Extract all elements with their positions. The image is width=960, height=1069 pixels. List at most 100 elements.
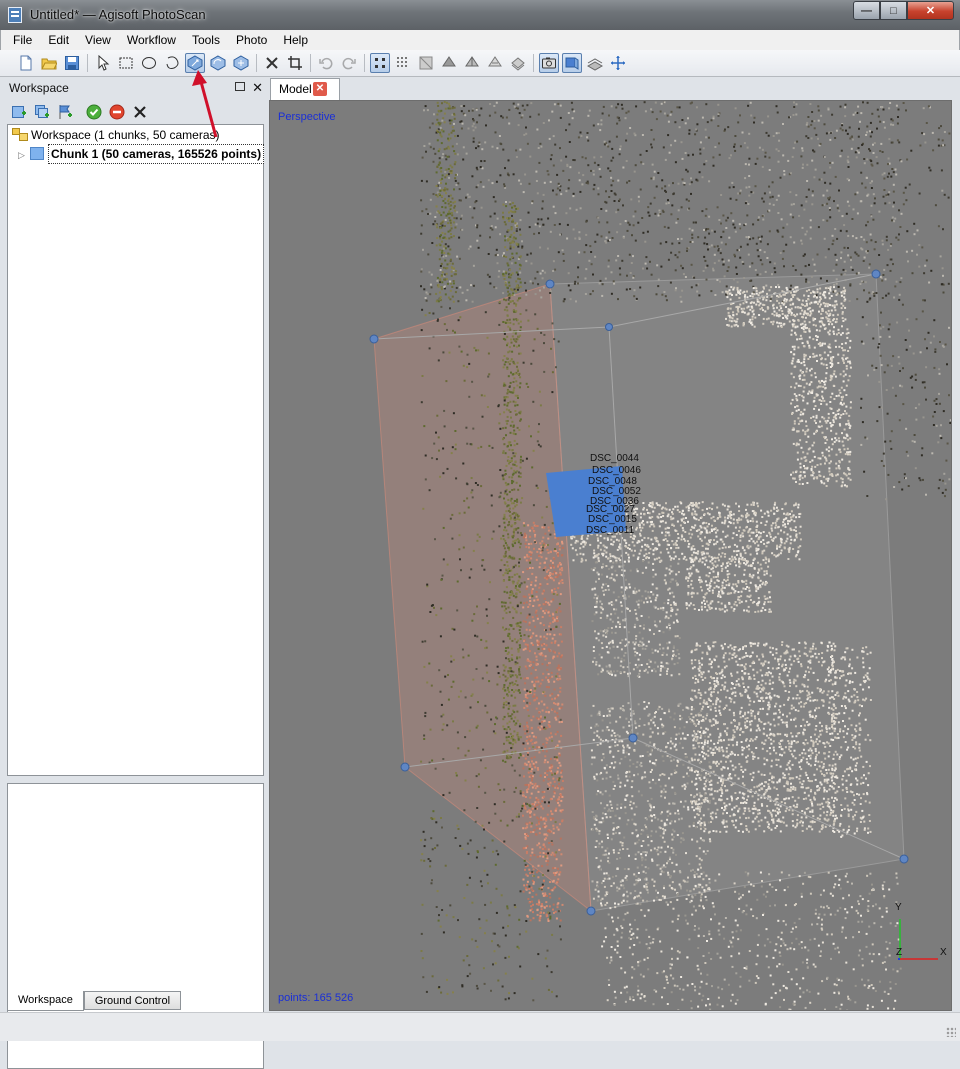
- toolbar-separator: [256, 54, 257, 72]
- menu-help[interactable]: Help: [277, 33, 314, 47]
- new-button[interactable]: [16, 53, 36, 73]
- move-region-icon: [233, 55, 249, 71]
- textured-model-button[interactable]: [485, 53, 505, 73]
- menu-photo[interactable]: Photo: [230, 33, 273, 47]
- toolbar-separator: [310, 54, 311, 72]
- crop-selection-icon: [287, 55, 303, 71]
- menu-tools[interactable]: Tools: [186, 33, 226, 47]
- dock-tabs: Workspace Ground Control: [7, 991, 181, 1011]
- resize-region-button[interactable]: [185, 53, 205, 73]
- region-handle[interactable]: [629, 734, 637, 742]
- tree-workspace-root[interactable]: Workspace (1 chunks, 50 cameras): [12, 126, 220, 144]
- status-bar: [0, 1012, 960, 1041]
- tab-workspace[interactable]: Workspace: [7, 991, 84, 1011]
- minimize-button[interactable]: —: [853, 1, 880, 20]
- wireframe-model-button[interactable]: [462, 53, 482, 73]
- main-toolbar: [0, 50, 960, 77]
- tiled-model-icon: [510, 55, 526, 71]
- workspace-root-label: Workspace (1 chunks, 50 cameras): [31, 128, 220, 142]
- show-grid-button[interactable]: [585, 53, 605, 73]
- menu-view[interactable]: View: [79, 33, 117, 47]
- model-viewport[interactable]: DSC_0044 DSC_0046 DSC_0048 DSC_0052 DSC_…: [269, 100, 952, 1011]
- circle-selection-button[interactable]: [139, 53, 159, 73]
- show-grid-icon: [587, 55, 603, 71]
- free-form-selection-button[interactable]: [162, 53, 182, 73]
- projection-label: Perspective: [278, 111, 335, 123]
- tab-ground-control[interactable]: Ground Control: [84, 991, 181, 1010]
- redo-icon: [341, 55, 357, 71]
- show-region-button[interactable]: [562, 53, 582, 73]
- resize-grip-icon[interactable]: [946, 1027, 956, 1037]
- rectangle-selection-button[interactable]: [116, 53, 136, 73]
- close-button[interactable]: ✕: [907, 1, 954, 20]
- resize-region-icon: [187, 55, 203, 71]
- tab-model[interactable]: Model ✕: [270, 78, 340, 100]
- region-handle[interactable]: [872, 270, 880, 278]
- axis-z-label: Z: [896, 947, 902, 958]
- region-handle[interactable]: [606, 324, 613, 331]
- navigation-button[interactable]: [93, 53, 113, 73]
- disable-button[interactable]: [107, 102, 127, 122]
- menu-file[interactable]: File: [7, 33, 38, 47]
- tab-close-icon[interactable]: ✕: [313, 82, 327, 96]
- undock-icon[interactable]: [235, 82, 245, 91]
- add-chunk-button[interactable]: [9, 102, 29, 122]
- move-region-button[interactable]: [231, 53, 251, 73]
- solid-model-icon: [441, 55, 457, 71]
- show-cameras-icon: [541, 55, 557, 71]
- menu-bar: File Edit View Workflow Tools Photo Help: [0, 30, 960, 50]
- redo-button[interactable]: [339, 53, 359, 73]
- expand-arrow-icon[interactable]: ▷: [18, 146, 28, 164]
- point-cloud-button[interactable]: [370, 53, 390, 73]
- region-handle[interactable]: [587, 907, 595, 915]
- disable-icon: [109, 104, 125, 120]
- window-controls: — □ ✕: [853, 1, 954, 20]
- region-handle[interactable]: [401, 763, 409, 771]
- menu-edit[interactable]: Edit: [42, 33, 75, 47]
- workspace-folder-icon: [12, 128, 28, 141]
- workspace-dock: Workspace ✕ Workspace (1 chunks, 50 came…: [7, 78, 265, 1012]
- tiled-model-button[interactable]: [508, 53, 528, 73]
- maximize-button[interactable]: □: [880, 1, 907, 20]
- show-cameras-button[interactable]: [539, 53, 559, 73]
- center-view-button[interactable]: [608, 53, 628, 73]
- region-handle[interactable]: [370, 335, 378, 343]
- region-handle[interactable]: [900, 855, 908, 863]
- window-title: Untitled* — Agisoft PhotoScan: [30, 7, 206, 22]
- wireframe-model-icon: [464, 55, 480, 71]
- solid-model-button[interactable]: [439, 53, 459, 73]
- add-markers-button[interactable]: [55, 102, 75, 122]
- point-cloud-icon: [372, 55, 388, 71]
- rotate-region-button[interactable]: [208, 53, 228, 73]
- toolbar-separator: [364, 54, 365, 72]
- panel-close-icon[interactable]: ✕: [252, 78, 263, 98]
- save-icon: [64, 55, 80, 71]
- delete-selection-icon: [264, 55, 280, 71]
- tree-chunk-1[interactable]: ▷Chunk 1 (50 cameras, 165526 points): [18, 144, 264, 162]
- title-bar: Untitled* — Agisoft PhotoScan — □ ✕: [0, 0, 960, 30]
- menu-workflow[interactable]: Workflow: [121, 33, 182, 47]
- circle-selection-icon: [141, 55, 157, 71]
- navigation-icon: [95, 55, 111, 71]
- undo-button[interactable]: [316, 53, 336, 73]
- chunk-icon: [30, 147, 44, 160]
- app-icon: [8, 7, 22, 23]
- new-icon: [18, 55, 34, 71]
- crop-selection-button[interactable]: [285, 53, 305, 73]
- shaded-model-button[interactable]: [416, 53, 436, 73]
- workspace-tree[interactable]: Workspace (1 chunks, 50 cameras) ▷Chunk …: [7, 124, 264, 776]
- delete-selection-button[interactable]: [262, 53, 282, 73]
- point-cloud-scene[interactable]: DSC_0044 DSC_0046 DSC_0048 DSC_0052 DSC_…: [270, 101, 952, 1011]
- textured-model-icon: [487, 55, 503, 71]
- rectangle-selection-icon: [118, 55, 134, 71]
- tab-model-label: Model: [279, 82, 312, 96]
- remove-button[interactable]: [130, 102, 150, 122]
- region-handle[interactable]: [546, 280, 554, 288]
- enable-button[interactable]: [84, 102, 104, 122]
- dense-cloud-button[interactable]: [393, 53, 413, 73]
- open-button[interactable]: [39, 53, 59, 73]
- add-photos-button[interactable]: [32, 102, 52, 122]
- shaded-model-icon: [418, 55, 434, 71]
- add-chunk-icon: [11, 104, 27, 120]
- save-button[interactable]: [62, 53, 82, 73]
